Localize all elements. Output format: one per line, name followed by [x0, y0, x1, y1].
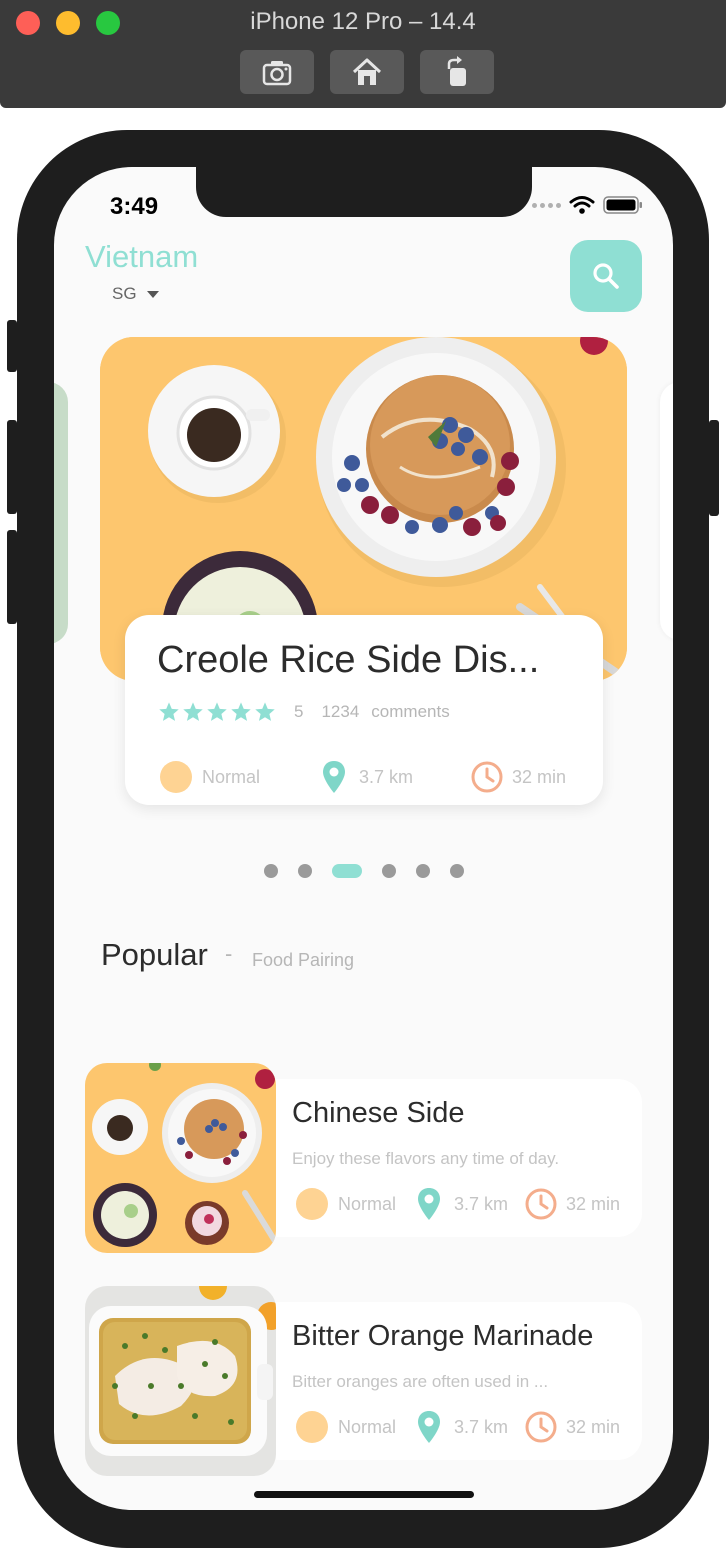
notch: [196, 167, 532, 217]
volume-down-button: [7, 530, 17, 624]
difficulty-label: Normal: [202, 766, 261, 787]
rating-value: 5: [294, 702, 304, 721]
location-pin-icon: [418, 1411, 440, 1443]
comments-count: 1234: [321, 702, 360, 721]
distance-meta: 3.7 km: [321, 760, 413, 794]
list-item-title: Bitter Orange Marinade: [292, 1320, 594, 1352]
list-item[interactable]: Bitter Orange Marinade Bitter oranges ar…: [85, 1286, 642, 1476]
simulator-title-bar: iPhone 12 Pro – 14.4: [0, 0, 726, 108]
home-indicator[interactable]: [254, 1491, 474, 1498]
list-item-image[interactable]: [85, 1286, 276, 1476]
status-icons: [532, 195, 643, 215]
time-label: 32 min: [566, 1416, 621, 1437]
search-button[interactable]: [570, 240, 642, 312]
section-separator: -: [225, 941, 233, 966]
star-icon: [183, 702, 203, 721]
star-icon: [159, 702, 179, 721]
simulator-title: iPhone 12 Pro – 14.4: [250, 8, 476, 35]
app-screen: 3:49 Vietnam SG Creole Rice Side Dis... …: [54, 167, 673, 1510]
distance-label: 3.7 km: [454, 1193, 509, 1214]
distance-label: 3.7 km: [359, 766, 414, 787]
time-label: 32 min: [512, 766, 567, 787]
city-selector[interactable]: SG: [112, 284, 159, 304]
difficulty-meta: Normal: [296, 1188, 396, 1220]
difficulty-label: Normal: [338, 1193, 397, 1214]
featured-rating: 5 1234 comments: [158, 701, 450, 723]
home-button[interactable]: [330, 50, 404, 94]
difficulty-dot-icon: [296, 1411, 328, 1443]
wifi-icon: [569, 196, 595, 214]
silent-switch: [7, 320, 17, 372]
rotate-icon: [447, 56, 466, 86]
pager-dot[interactable]: [298, 864, 312, 878]
search-icon: [593, 263, 619, 289]
caret-down-icon: [146, 290, 159, 298]
star-icon: [207, 702, 227, 721]
popular-section-title: Popular: [101, 937, 208, 972]
location-pin-icon: [323, 761, 345, 793]
pager-dot[interactable]: [264, 864, 278, 878]
carousel-pager[interactable]: [264, 864, 484, 878]
screenshot-button[interactable]: [240, 50, 314, 94]
power-button: [709, 420, 719, 516]
clock-icon: [525, 1411, 557, 1443]
difficulty-meta: Normal: [296, 1411, 396, 1443]
pager-dot-active[interactable]: [332, 864, 362, 878]
comments-label: comments: [371, 702, 450, 721]
camera-icon: [262, 61, 292, 86]
difficulty-label: Normal: [338, 1416, 397, 1437]
distance-meta: 3.7 km: [416, 1410, 508, 1444]
list-item-image[interactable]: [85, 1063, 276, 1253]
time-meta: 32 min: [470, 760, 566, 794]
time-label: 32 min: [566, 1193, 621, 1214]
list-item-title: Chinese Side: [292, 1097, 465, 1129]
clock-icon: [471, 761, 503, 793]
location-pin-icon: [418, 1188, 440, 1220]
rotate-button[interactable]: [420, 50, 494, 94]
clock-icon: [525, 1188, 557, 1220]
chicken-dish-thumbnail: [85, 1286, 276, 1476]
time-meta: 32 min: [524, 1410, 620, 1444]
carousel-next-card[interactable]: [660, 382, 673, 640]
popular-section-subtitle: Food Pairing: [252, 950, 355, 970]
city-label: SG: [112, 284, 137, 303]
status-time: 3:49: [110, 193, 159, 220]
pager-dot[interactable]: [382, 864, 396, 878]
breakfast-thumbnail: [85, 1063, 276, 1253]
difficulty-meta: Normal: [160, 761, 260, 793]
volume-up-button: [7, 420, 17, 514]
home-icon: [352, 58, 382, 85]
list-item[interactable]: Chinese Side Enjoy these flavors any tim…: [85, 1063, 642, 1253]
star-icon: [255, 702, 275, 721]
carousel-prev-card[interactable]: [54, 382, 68, 644]
difficulty-dot-icon: [296, 1188, 328, 1220]
signal-icon: [532, 202, 561, 208]
difficulty-dot-icon: [160, 761, 192, 793]
pager-dot[interactable]: [416, 864, 430, 878]
featured-card[interactable]: Creole Rice Side Dis... 5 1234 comments …: [125, 615, 603, 805]
distance-label: 3.7 km: [454, 1416, 509, 1437]
list-item-description: Enjoy these flavors any time of day.: [292, 1149, 560, 1168]
time-meta: 32 min: [524, 1187, 620, 1221]
featured-title: Creole Rice Side Dis...: [157, 639, 540, 681]
distance-meta: 3.7 km: [416, 1187, 508, 1221]
list-item-description: Bitter oranges are often used in ...: [292, 1372, 549, 1391]
country-title[interactable]: Vietnam: [85, 239, 198, 275]
battery-icon: [603, 196, 642, 214]
pager-dot[interactable]: [450, 864, 464, 878]
star-icon: [231, 702, 251, 721]
